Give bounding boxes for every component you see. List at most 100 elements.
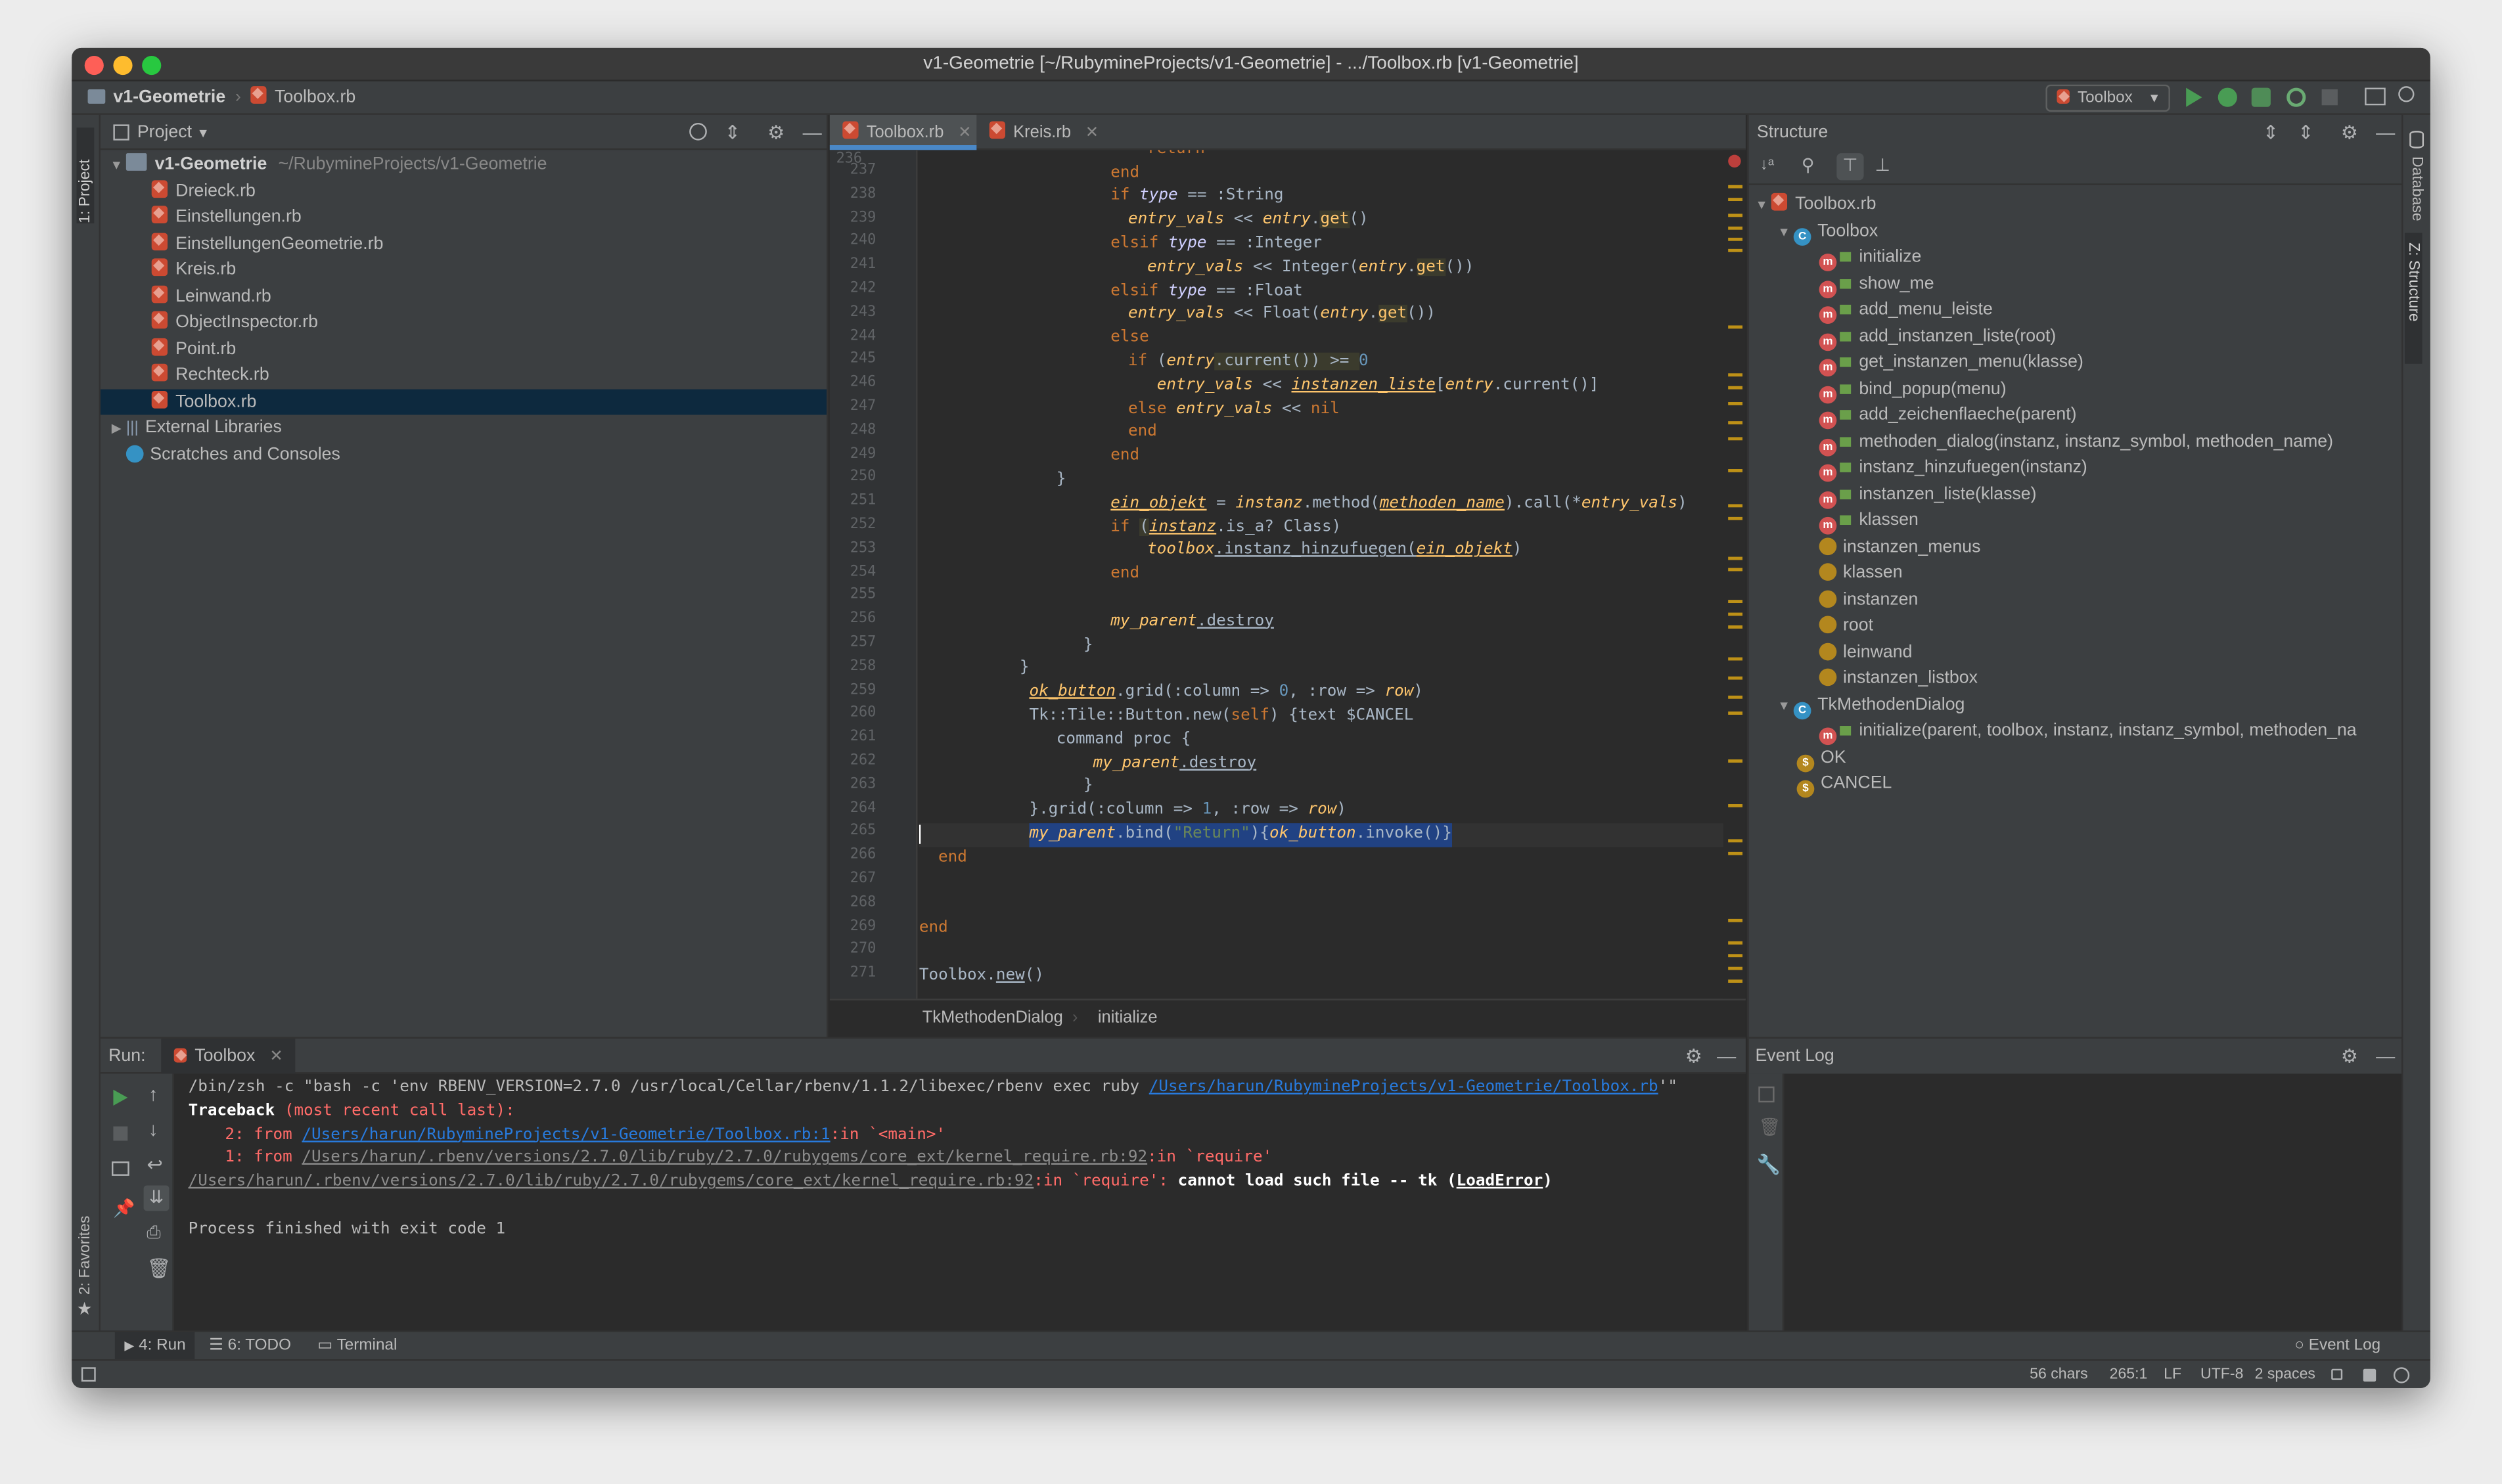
warning-mark[interactable] [1728, 625, 1743, 629]
trash-icon[interactable]: 🗑 [147, 1257, 171, 1280]
breadcrumb-class[interactable]: TkMethodenDialog [922, 1001, 1076, 1035]
status-line-separator[interactable]: LF [2164, 1361, 2181, 1388]
structure-method[interactable]: m add_menu_leiste [1819, 297, 1993, 325]
warning-mark[interactable] [1728, 851, 1743, 855]
structure-method[interactable]: m initialize(parent, toolbox, instanz, in… [1819, 718, 2357, 746]
locate-icon[interactable] [689, 123, 707, 141]
show-inherited-icon[interactable]: ⊤ [1836, 153, 1864, 181]
tree-file[interactable]: EinstellungenGeometrie.rb [101, 231, 827, 257]
mark-read-icon[interactable] [1758, 1086, 1775, 1103]
console-link[interactable]: LoadError [1457, 1173, 1543, 1190]
chevron-down-icon[interactable]: ▼ [1775, 219, 1794, 246]
structure-field[interactable]: instanzen_menus [1819, 533, 1980, 560]
soft-wrap-icon[interactable]: ↩ [147, 1154, 162, 1176]
search-icon[interactable] [2398, 86, 2415, 102]
status-position[interactable]: 265:1 [2110, 1361, 2148, 1388]
tab-kreis[interactable]: Kreis.rb ✕ [976, 115, 1101, 150]
tab-toolbox[interactable]: Toolbox.rb ✕ [829, 114, 977, 150]
warning-mark[interactable] [1728, 421, 1743, 425]
close-icon[interactable]: ✕ [1085, 124, 1099, 142]
gear-icon[interactable]: ⚙ [1685, 1039, 1702, 1073]
structure-method[interactable]: m initialize [1819, 244, 1921, 271]
layout-icon[interactable] [2365, 87, 2386, 106]
structure-method[interactable]: m instanz_hinzufuegen(instanz) [1819, 455, 2087, 482]
breadcrumb-method[interactable]: initialize [1098, 1001, 1158, 1035]
code-area[interactable]: return end if type == :String entry_vals… [919, 150, 1723, 999]
structure-file[interactable]: ▼ Toolbox.rb [1752, 191, 1876, 217]
warning-mark[interactable] [1728, 954, 1743, 958]
project-view-select[interactable]: Project ▼ [137, 115, 210, 152]
structure-constant[interactable]: $ OK [1796, 744, 1846, 772]
warning-mark[interactable] [1728, 214, 1743, 217]
error-icon[interactable] [1728, 154, 1741, 168]
lock-icon[interactable] [2331, 1368, 2343, 1380]
close-window-button[interactable] [84, 56, 104, 76]
debug-icon[interactable] [2218, 87, 2237, 107]
trash-icon[interactable]: 🗑 [1758, 1117, 1781, 1137]
wrench-icon[interactable]: 🔧 [1757, 1154, 1781, 1176]
collapse-all-icon[interactable]: ⇕ [725, 115, 740, 150]
structure-method[interactable]: m instanzen_liste(klasse) [1819, 481, 2037, 508]
tree-external-libraries[interactable]: ▶ ||| External Libraries [101, 415, 827, 441]
warning-mark[interactable] [1728, 237, 1743, 241]
structure-method[interactable]: m klassen [1819, 507, 1919, 535]
warning-mark[interactable] [1728, 198, 1743, 202]
tree-file[interactable]: Dreieck.rb [101, 178, 827, 204]
tool-tab-todo[interactable]: ☰ 6: TODO [209, 1332, 291, 1361]
tool-tab-run[interactable]: ▶ 4: Run [114, 1332, 196, 1361]
memory-icon[interactable] [2393, 1367, 2410, 1383]
tree-root[interactable]: ▼ v1-Geometrie ~/RubymineProjects/v1-Geom… [101, 152, 827, 178]
warning-mark[interactable] [1728, 600, 1743, 604]
close-icon[interactable]: ✕ [958, 124, 971, 142]
structure-method[interactable]: m bind_popup(menu) [1819, 376, 2007, 403]
structure-field[interactable]: klassen [1819, 560, 1903, 586]
structure-field[interactable]: leinwand [1819, 639, 1912, 665]
warning-mark[interactable] [1728, 941, 1743, 945]
warning-mark[interactable] [1728, 711, 1743, 715]
structure-class[interactable]: ▼ C Toolbox [1775, 218, 1878, 246]
structure-method[interactable]: m add_zeichenflaeche(parent) [1819, 402, 2077, 430]
stop-icon[interactable] [113, 1126, 128, 1141]
structure-constant[interactable]: $ CANCEL [1796, 771, 1892, 798]
console-link[interactable]: /Users/harun/RubymineProjects/v1-Geometr… [1149, 1079, 1658, 1096]
warning-mark[interactable] [1728, 676, 1743, 680]
minimize-window-button[interactable] [113, 56, 133, 76]
structure-class[interactable]: ▼ C TkMethodenDialog [1775, 692, 1965, 719]
gear-icon[interactable]: ⚙ [767, 115, 785, 150]
stop-icon[interactable] [2321, 89, 2338, 106]
warning-mark[interactable] [1728, 759, 1743, 763]
warning-mark[interactable] [1728, 437, 1743, 441]
chevron-down-icon[interactable]: ▼ [107, 153, 126, 179]
hide-panel-icon[interactable]: — [2376, 115, 2395, 150]
warning-mark[interactable] [1728, 504, 1743, 508]
tree-file-selected[interactable]: Toolbox.rb [101, 388, 827, 415]
structure-field[interactable]: instanzen_listbox [1819, 665, 1978, 692]
console-link[interactable]: /Users/harun/.rbenv/versions/2.7.0/lib/r… [189, 1173, 1034, 1190]
sort-visibility-icon[interactable]: ⚲ [1802, 155, 1815, 175]
run-console[interactable]: /bin/zsh -c "bash -c 'env RBENV_VERSION=… [175, 1077, 1746, 1330]
breadcrumb-file[interactable]: Toolbox.rb [275, 88, 355, 107]
project-tool-tab[interactable]: 1: Project [76, 127, 95, 224]
warning-mark[interactable] [1728, 325, 1743, 329]
warning-mark[interactable] [1728, 918, 1743, 922]
warning-mark[interactable] [1728, 386, 1743, 390]
chevron-down-icon[interactable]: ▼ [1775, 693, 1794, 719]
chevron-down-icon[interactable]: ▼ [1752, 193, 1771, 219]
structure-field[interactable]: instanzen [1819, 587, 1918, 613]
hide-panel-icon[interactable]: — [1717, 1039, 1736, 1073]
warning-mark[interactable] [1728, 657, 1743, 661]
favorites-tool-tab[interactable]: 2: Favorites [77, 1216, 95, 1295]
arrow-down-icon[interactable]: ↓ [148, 1118, 158, 1140]
breadcrumb-project[interactable]: v1-Geometrie [113, 88, 225, 107]
status-indent[interactable]: 2 spaces [2255, 1361, 2315, 1388]
warning-mark[interactable] [1728, 373, 1743, 377]
warning-mark[interactable] [1728, 804, 1743, 807]
coverage-icon[interactable] [2251, 87, 2271, 107]
tree-file[interactable]: ObjectInspector.rb [101, 309, 827, 336]
layout-icon[interactable] [112, 1161, 129, 1176]
warning-mark[interactable] [1728, 568, 1743, 572]
tool-tab-terminal[interactable]: ▭ Terminal [317, 1332, 397, 1361]
warning-mark[interactable] [1728, 612, 1743, 616]
zoom-window-button[interactable] [142, 56, 162, 76]
warning-mark[interactable] [1728, 185, 1743, 189]
